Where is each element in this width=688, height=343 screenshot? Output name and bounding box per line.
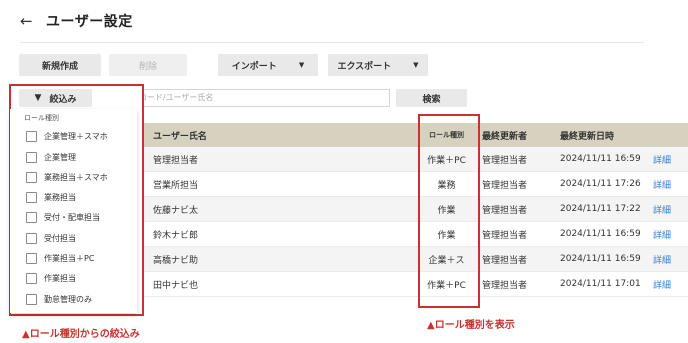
cell-date: 2024/11/11 17:26 xyxy=(560,179,641,189)
funnel-icon: ▼ xyxy=(34,93,42,103)
table-row[interactable]: 鈴木ナビ郎 作業 管理担当者 2024/11/11 16:59 詳細 xyxy=(139,222,688,247)
role-option-label: 受付・配車担当 xyxy=(44,212,100,222)
header-date: 最終更新日時 xyxy=(560,131,615,142)
checkbox-icon xyxy=(26,211,37,223)
import-dropdown[interactable]: インポート ▼ xyxy=(218,54,318,76)
filter-button-label: 絞込み xyxy=(49,94,77,105)
table-row[interactable]: 佐藤ナビ太 作業 管理担当者 2024/11/11 17:22 詳細 xyxy=(139,197,688,222)
page-header: ← ユーザー設定 xyxy=(20,8,133,34)
role-option-label: 企業管理＋スマホ xyxy=(44,131,108,141)
role-option-checkbox[interactable]: 作業担当＋PC xyxy=(26,251,94,265)
cell-date: 2024/11/11 17:01 xyxy=(560,279,641,289)
chevron-down-icon: ▼ xyxy=(298,61,305,69)
role-option-checkbox[interactable]: 業務担当＋スマホ xyxy=(26,170,108,184)
cell-updater: 管理担当者 xyxy=(482,155,528,166)
role-option-label: 勤怠管理のみ xyxy=(44,294,92,304)
detail-link[interactable]: 詳細 xyxy=(651,203,688,216)
cell-date: 2024/11/11 17:22 xyxy=(560,204,641,214)
back-arrow-icon[interactable]: ← xyxy=(20,12,40,30)
header-divider xyxy=(20,42,644,43)
cell-name: 田中ナビ也 xyxy=(153,280,199,291)
checkbox-icon xyxy=(26,130,37,142)
checkbox-icon xyxy=(26,151,37,163)
role-option-label: 業務担当＋スマホ xyxy=(44,172,108,182)
cell-updater: 管理担当者 xyxy=(482,230,528,241)
table-row[interactable]: 高橋ナビ助 企業＋ス 管理担当者 2024/11/11 16:59 詳細 xyxy=(139,247,688,272)
role-option-label: 受付担当 xyxy=(44,233,76,243)
delete-button[interactable]: 削除 xyxy=(109,54,187,76)
detail-link[interactable]: 詳細 xyxy=(651,228,688,241)
checkbox-icon xyxy=(26,252,37,264)
role-option-label: 企業管理 xyxy=(44,152,76,162)
cell-date: 2024/11/11 16:59 xyxy=(560,254,641,264)
filter-button[interactable]: ▼ 絞込み xyxy=(19,89,92,107)
role-option-checkbox[interactable]: 勤怠管理のみ xyxy=(26,292,92,306)
chevron-down-icon: ▼ xyxy=(413,61,419,69)
detail-link[interactable]: 詳細 xyxy=(651,253,688,266)
role-option-checkbox[interactable]: 受付・配車担当 xyxy=(26,210,100,224)
cell-name: 高橋ナビ助 xyxy=(153,255,199,266)
role-option-checkbox[interactable]: 業務担当 xyxy=(26,190,76,204)
search-button[interactable]: 検索 xyxy=(396,89,467,107)
role-option-label: 業務担当 xyxy=(44,192,76,202)
export-label: エクスポート xyxy=(337,61,392,72)
cell-updater: 管理担当者 xyxy=(482,255,528,266)
cell-name: 管理担当者 xyxy=(153,155,199,166)
detail-link[interactable]: 詳細 xyxy=(651,278,688,291)
role-column-highlight xyxy=(418,114,480,308)
filter-caption: ▲ロール種別からの絞込み xyxy=(22,329,140,340)
new-button[interactable]: 新規作成 xyxy=(19,54,101,76)
cell-updater: 管理担当者 xyxy=(482,205,528,216)
filter-panel-heading: ロール種別 xyxy=(24,114,59,122)
checkbox-icon xyxy=(26,191,37,203)
cell-name: 鈴木ナビ郎 xyxy=(153,230,199,241)
cell-date: 2024/11/11 16:59 xyxy=(560,229,641,239)
detail-link[interactable]: 詳細 xyxy=(651,153,688,166)
checkbox-icon xyxy=(26,272,37,284)
header-name: ユーザー氏名 xyxy=(153,131,207,142)
checkbox-icon xyxy=(26,232,37,244)
search-button-label: 検索 xyxy=(422,94,441,105)
header-updater: 最終更新者 xyxy=(482,131,528,142)
cell-name: 佐藤ナビ太 xyxy=(153,205,199,216)
cell-updater: 管理担当者 xyxy=(482,180,528,191)
cell-date: 2024/11/11 16:59 xyxy=(560,154,641,164)
cell-updater: 管理担当者 xyxy=(482,280,528,291)
table-header: ユーザー氏名 ロール種別 最終更新者 最終更新日時 xyxy=(139,123,688,147)
role-option-label: 作業担当＋PC xyxy=(44,253,95,263)
role-option-checkbox[interactable]: 企業管理＋スマホ xyxy=(26,129,108,143)
page-title: ユーザー設定 xyxy=(46,14,133,30)
checkbox-icon xyxy=(26,293,37,305)
role-option-label: 作業担当 xyxy=(44,273,76,283)
import-label: インポート xyxy=(231,61,277,72)
table-row[interactable]: 営業所担当 業務 管理担当者 2024/11/11 17:26 詳細 xyxy=(139,172,688,197)
role-caption: ▲ロール種別を表示 xyxy=(427,320,515,331)
role-option-checkbox[interactable]: 作業担当 xyxy=(26,271,76,285)
export-dropdown[interactable]: エクスポート ▼ xyxy=(328,54,428,76)
table-row[interactable]: 田中ナビ也 作業＋PC 管理担当者 2024/11/11 17:01 詳細 xyxy=(139,272,688,297)
checkbox-icon xyxy=(26,171,37,183)
table-row[interactable]: 管理担当者 作業＋PC 管理担当者 2024/11/11 16:59 詳細 xyxy=(139,147,688,172)
user-table: ユーザー氏名 ロール種別 最終更新者 最終更新日時 管理担当者 作業＋PC 管理… xyxy=(139,123,688,297)
new-button-label: 新規作成 xyxy=(41,61,78,72)
role-option-checkbox[interactable]: 受付担当 xyxy=(26,231,76,245)
role-option-checkbox[interactable]: 企業管理 xyxy=(26,150,76,164)
delete-button-label: 削除 xyxy=(138,61,157,72)
cell-name: 営業所担当 xyxy=(153,180,199,191)
detail-link[interactable]: 詳細 xyxy=(651,178,688,191)
search-input[interactable]: ユーザーコード/ユーザー氏名 xyxy=(101,89,390,107)
